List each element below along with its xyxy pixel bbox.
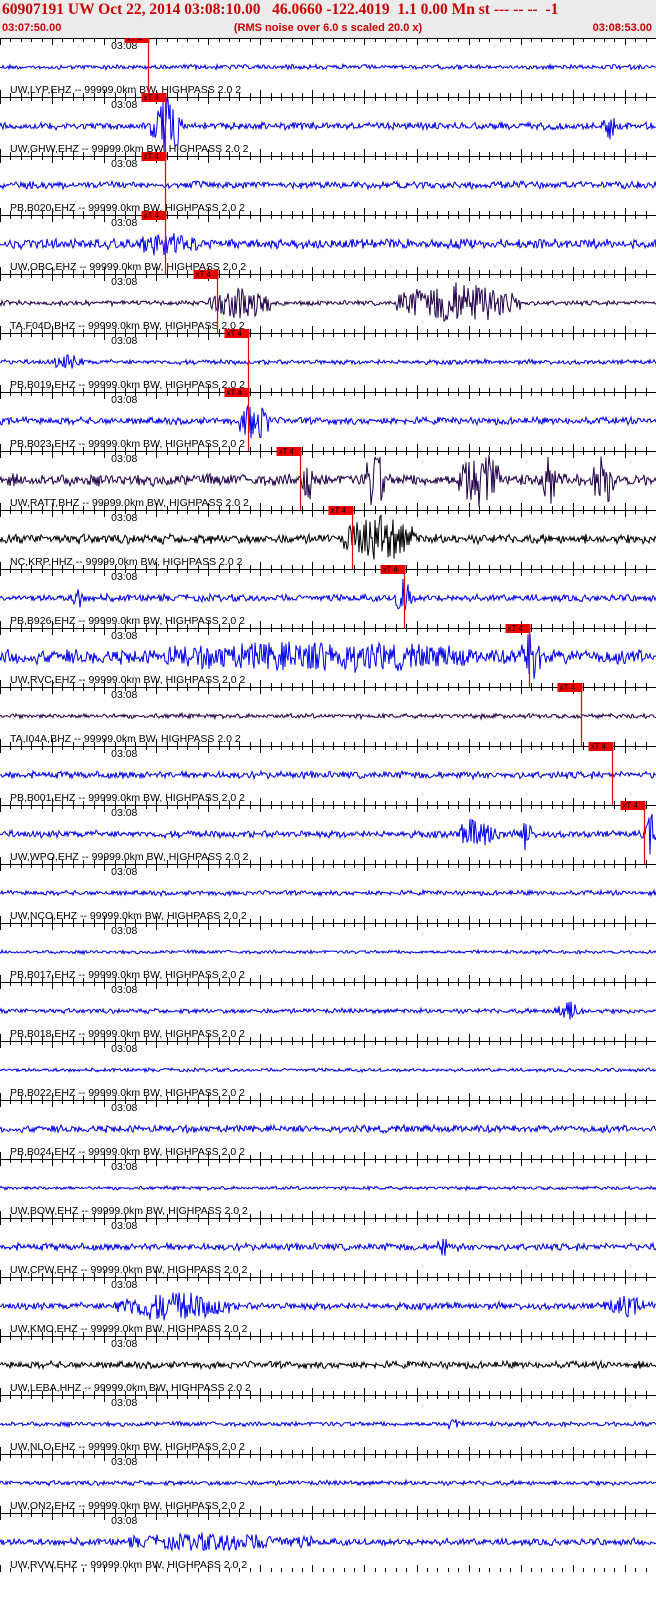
waveform-trace: [0, 888, 656, 898]
tick-label: 03:08: [111, 453, 137, 465]
waveform-trace: [0, 404, 656, 439]
station-label: PB,B022,EHZ -- 99999.0km BW, HIGHPASS 2.…: [10, 1087, 245, 1099]
rms-note-label: (RMS noise over 6.0 s scaled 20.0 x): [233, 22, 423, 34]
waveform-trace: [0, 1419, 656, 1431]
pick-label: xT 4: [279, 447, 295, 456]
tick-label: 03:08: [111, 925, 137, 937]
tick-label: 03:08: [111, 1397, 137, 1409]
pick-label: xT 4: [591, 742, 607, 751]
waveform-trace: [0, 578, 656, 611]
station-label: UW,KMO,EHZ -- 99999.0km BW, HIGHPASS 2.0…: [10, 1323, 247, 1335]
tick-label: 03:08: [111, 1338, 137, 1350]
tick-label: 03:08: [111, 866, 137, 878]
pick-label: xT 4: [227, 388, 243, 397]
pick-label: xT 4: [383, 565, 399, 574]
station-label: NC,KRP,HHZ -- 99999.0km BW, HIGHPASS 2.0…: [10, 556, 243, 568]
tick-label: 03:08: [111, 689, 137, 701]
waveform-trace: [0, 1001, 656, 1020]
station-label: UW,GHW,EHZ -- 99999.0km BW, HIGHPASS 2.0…: [10, 143, 249, 155]
waveform-trace: [0, 711, 656, 721]
waveform-trace: [0, 179, 656, 191]
station-label: UW,NLO,EHZ -- 99999.0km BW, HIGHPASS 2.0…: [10, 1441, 245, 1453]
waveform-trace: [0, 62, 656, 72]
seismogram-panel: 03:08 03:08 03:08 03:08 03:08 03:08 03:08 03:08…: [0, 38, 656, 1572]
pick-label: xT 4: [127, 38, 143, 43]
pick-label: xT 4: [144, 93, 160, 102]
station-label: PB,B019,EHZ -- 99999.0km BW, HIGHPASS 2.…: [10, 379, 245, 391]
header-bar: 60907191 UW Oct 22, 2014 03:08:10.00 46.…: [0, 0, 656, 39]
waveform-trace: [0, 1292, 656, 1321]
station-label: PB,B001,EHZ -- 99999.0km BW, HIGHPASS 2.…: [10, 792, 245, 804]
tick-label: 03:08: [111, 335, 137, 347]
tick-label: 03:08: [111, 1279, 137, 1291]
waveform-trace: [0, 514, 656, 560]
tick-label: 03:08: [111, 984, 137, 996]
waveform-trace: [0, 354, 656, 369]
station-label: PB,B926,EHZ -- 99999.0km BW, HIGHPASS 2.…: [10, 615, 245, 627]
end-time-label: 03:08:53.00: [592, 22, 652, 34]
pick-label: xT 4: [144, 152, 160, 161]
station-label: TA,F04D,BHZ -- 99999.0km BW, HIGHPASS 2.…: [10, 320, 245, 332]
station-label: PB,B020,EHZ -- 99999.0km BW, HIGHPASS 2.…: [10, 202, 245, 214]
tick-label: 03:08: [111, 630, 137, 642]
tick-label: 03:08: [111, 1456, 137, 1468]
station-label: UW,LYP,EHZ -- 99999.0km BW, HIGHPASS 2.0…: [10, 84, 241, 96]
tick-label: 03:08: [111, 1220, 137, 1232]
tick-label: 03:08: [111, 99, 137, 111]
station-label: UW,LEBA,HHZ -- 99999.0km BW, HIGHPASS 2.…: [10, 1382, 251, 1394]
station-label: PB,B024,EHZ -- 99999.0km BW, HIGHPASS 2.…: [10, 1146, 245, 1158]
waveform-trace: [0, 1238, 656, 1256]
tick-label: 03:08: [111, 748, 137, 760]
pick-label: xT 4: [196, 270, 212, 279]
station-label: UW,BOW,EHZ -- 99999.0km BW, HIGHPASS 2.0…: [10, 1205, 248, 1217]
waveform-trace: [0, 813, 656, 855]
waveform-trace: [0, 1066, 656, 1074]
tick-label: 03:08: [111, 276, 137, 288]
station-label: UW,ON2,EHZ -- 99999.0km BW, HIGHPASS 2.0…: [10, 1500, 245, 1512]
pick-label: xT 4: [508, 624, 524, 633]
tick-label: 03:08: [111, 807, 137, 819]
pick-label: xT 4: [227, 329, 243, 338]
waveform-trace: [0, 769, 656, 781]
station-label: UW,RATT,BHZ -- 99999.0km BW, HIGHPASS 2.…: [10, 497, 249, 509]
waveform-trace: [0, 948, 656, 956]
station-label: UW,RVW,EHZ -- 99999.0km BW, HIGHPASS 2.0…: [10, 1559, 247, 1571]
tick-label: 03:08: [111, 512, 137, 524]
station-label: PB,B023,EHZ -- 99999.0km BW, HIGHPASS 2.…: [10, 438, 245, 450]
pick-label: xT 4: [560, 683, 576, 692]
waveform-trace: [0, 1359, 656, 1371]
waveform-trace: [0, 1123, 656, 1135]
waveform-trace: [0, 633, 656, 679]
tick-label: 03:08: [111, 158, 137, 170]
pick-label: xT 4: [331, 506, 347, 515]
event-title: 60907191 UW Oct 22, 2014 03:08:10.00 46.…: [2, 1, 559, 18]
station-label: UW,RVC,EHZ -- 99999.0km BW, HIGHPASS 2.0…: [10, 674, 246, 686]
waveform-trace: [0, 282, 656, 322]
waveform-trace: [0, 1184, 656, 1192]
tick-label: 03:08: [111, 1043, 137, 1055]
tick-label: 03:08: [111, 217, 137, 229]
pick-label: xT 4: [623, 801, 639, 810]
waveform-trace: [0, 1478, 656, 1487]
station-label: UW,NCO,EHZ -- 99999.0km BW, HIGHPASS 2.0…: [10, 910, 247, 922]
station-label: UW,CPW,EHZ -- 99999.0km BW, HIGHPASS 2.0…: [10, 1264, 247, 1276]
traces-group: UW,LYP,EHZ -- 99999.0km BW, HIGHPASS 2.0…: [0, 62, 656, 1571]
pick-label: xT 4: [144, 211, 160, 220]
waveform-trace: [0, 1532, 656, 1552]
tick-label: 03:08: [111, 1102, 137, 1114]
station-label: UW,WPO,EHZ -- 99999.0km BW, HIGHPASS 2.0…: [10, 851, 249, 863]
waveform-trace: [0, 233, 656, 256]
tick-label: 03:08: [111, 571, 137, 583]
station-label: TA,I04A,BHZ -- 99999.0km BW, HIGHPASS 2.…: [10, 733, 241, 745]
tick-label: 03:08: [111, 1515, 137, 1527]
tick-label: 03:08: [111, 394, 137, 406]
station-label: PB,B017,EHZ -- 99999.0km BW, HIGHPASS 2.…: [10, 969, 245, 981]
tick-label: 03:08: [111, 1161, 137, 1173]
station-label: PB,B018,EHZ -- 99999.0km BW, HIGHPASS 2.…: [10, 1028, 245, 1040]
